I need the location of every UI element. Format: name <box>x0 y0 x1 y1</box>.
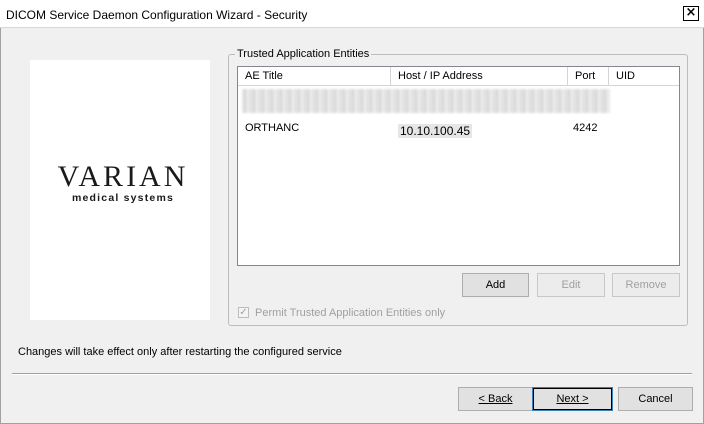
edit-button[interactable]: Edit <box>537 273 605 297</box>
trusted-ae-group-label: Trusted Application Entities <box>235 48 372 60</box>
row-ae-title: ORTHANC <box>245 122 300 134</box>
row-port: 4242 <box>573 122 598 134</box>
column-header-host[interactable]: Host / IP Address <box>391 67 568 85</box>
list-header: AE Title Host / IP Address Port UID <box>238 67 679 86</box>
close-button[interactable]: × <box>683 6 699 21</box>
column-header-uid[interactable]: UID <box>609 67 679 85</box>
column-header-port[interactable]: Port <box>568 67 609 85</box>
back-button[interactable]: < Back <box>458 387 533 411</box>
cancel-button[interactable]: Cancel <box>618 387 693 411</box>
permit-trusted-only-label: Permit Trusted Application Entities only <box>255 307 446 319</box>
next-button[interactable]: Next > <box>532 387 613 411</box>
trusted-ae-list[interactable]: AE Title Host / IP Address Port UID ORTH… <box>237 66 680 266</box>
back-button-label: < Back <box>478 393 513 405</box>
restart-notice: Changes will take effect only after rest… <box>18 346 342 358</box>
footer-separator <box>12 373 692 375</box>
logo-panel: VARIAN medical systems <box>30 60 210 320</box>
varian-logo-subtitle: medical systems <box>71 192 175 204</box>
permit-trusted-only-checkbox[interactable]: ✓ <box>238 307 249 318</box>
varian-logo-wordmark: VARIAN <box>57 160 189 193</box>
title-bar: DICOM Service Daemon Configuration Wizar… <box>0 0 704 28</box>
column-header-ae-title[interactable]: AE Title <box>238 67 391 85</box>
add-button[interactable]: Add <box>462 273 529 297</box>
checkmark-icon: ✓ <box>239 307 248 318</box>
next-button-label: Next > <box>556 393 589 405</box>
window-title: DICOM Service Daemon Configuration Wizar… <box>6 8 308 22</box>
close-icon: × <box>685 5 697 20</box>
redacted-row[interactable] <box>242 89 610 113</box>
remove-button[interactable]: Remove <box>612 273 680 297</box>
row-host: 10.10.100.45 <box>398 124 473 138</box>
